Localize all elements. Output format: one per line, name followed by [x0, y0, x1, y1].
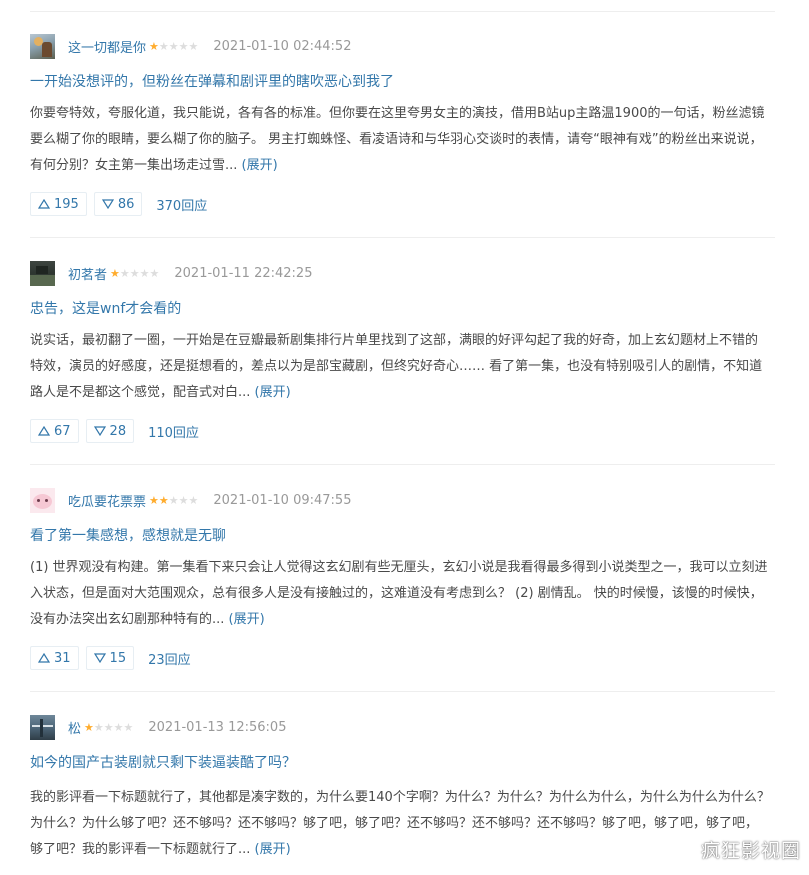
review-time: 2021-01-10 02:44:52 [213, 38, 352, 54]
star-icon: ★ [84, 720, 94, 734]
star-icon: ★ [149, 266, 160, 280]
review-time: 2021-01-10 09:47:55 [213, 492, 352, 508]
review-title-link[interactable]: 一开始没想评的，但粉丝在弹幕和剧评里的瞎吹恶心到我了 [30, 71, 394, 91]
star-icon: ★ [188, 493, 199, 507]
review-header: 吃瓜要花票票 ★ ★ ★ ★ ★ 2021-01-10 09:47:55 [30, 487, 351, 513]
author-link[interactable]: 初茗者 [68, 264, 107, 283]
reply-count-link[interactable]: 370回应 [156, 195, 207, 214]
review-excerpt-text: 你要夸特效，夸服化道，我只能说，各有各的标准。但你要在这里夸男女主的演技，借用B… [30, 106, 765, 173]
downvote-count: 15 [109, 650, 127, 666]
triangle-up-outline-icon [38, 426, 50, 436]
review-item: 吃瓜要花票票 ★ ★ ★ ★ ★ 2021-01-10 09:47:55 看了第一集感想… [30, 487, 775, 692]
review-item: 这一切都是你 ★ ★ ★ ★ ★ 2021-01-10 02:44:52 一开始没想评的… [30, 33, 775, 238]
upvote-button[interactable]: 67 [30, 419, 79, 443]
reply-count-link[interactable]: 110回应 [148, 422, 199, 441]
review-excerpt-text: 说实话，最初翻了一圈，一开始是在豆瓣最新剧集排行片单里找到了这部，满眼的好评勾起… [30, 333, 763, 400]
upvote-button[interactable]: 31 [30, 646, 79, 670]
star-icon: ★ [149, 39, 159, 53]
watermark: 疯狂影视圈 [700, 840, 801, 862]
review-time: 2021-01-11 22:42:25 [174, 265, 313, 281]
triangle-down-outline-icon [101, 199, 114, 209]
author-link[interactable]: 这一切都是你 [68, 37, 146, 56]
star-icon: ★ [139, 266, 150, 280]
upvote-count: 67 [54, 423, 71, 439]
divider [30, 464, 775, 465]
review-time: 2021-01-13 12:56:05 [148, 719, 287, 735]
star-icon: ★ [119, 266, 130, 280]
star-icon: ★ [103, 720, 114, 734]
review-excerpt-text: 我的影评看一下标题就行了，其他都是凑字数的，为什么要140个字啊？为什么？为什么… [30, 790, 770, 857]
star-icon: ★ [168, 493, 179, 507]
star-icon: ★ [178, 39, 189, 53]
triangle-down-outline-icon [93, 426, 106, 436]
triangle-down-outline-icon [93, 653, 106, 663]
avatar[interactable] [30, 487, 55, 513]
star-icon: ★ [113, 720, 124, 734]
review-title-link[interactable]: 如今的国产古装剧就只剩下装逼装酷了吗？ [30, 752, 296, 772]
avatar[interactable] [30, 33, 55, 59]
star-icon: ★ [188, 39, 199, 53]
expand-link[interactable]: (展开) [229, 612, 265, 627]
star-icon: ★ [158, 39, 169, 53]
rating-stars: ★ ★ ★ ★ ★ [84, 722, 133, 733]
review-title-link[interactable]: 看了第一集感想，感想就是无聊 [30, 525, 226, 545]
downvote-button[interactable]: 86 [93, 192, 143, 216]
top-divider [30, 11, 775, 12]
downvote-button[interactable]: 15 [85, 646, 135, 670]
downvote-count: 28 [109, 423, 127, 439]
review-excerpt: (1) 世界观没有构建。第一集看下来只会让人觉得这玄幻剧有些无厘头，玄幻小说是我… [30, 555, 770, 633]
review-actions: 31 15 23回应 [30, 646, 191, 670]
review-actions: 67 28 110回应 [30, 419, 199, 443]
review-excerpt: 我的影评看一下标题就行了，其他都是凑字数的，为什么要140个字啊？为什么？为什么… [30, 785, 770, 863]
downvote-button[interactable]: 28 [85, 419, 135, 443]
expand-link[interactable]: (展开) [255, 385, 291, 400]
review-header: 松 ★ ★ ★ ★ ★ 2021-01-13 12:56:05 [30, 714, 286, 740]
author-link[interactable]: 吃瓜要花票票 [68, 491, 146, 510]
star-icon: ★ [129, 266, 140, 280]
upvote-count: 31 [54, 650, 71, 666]
review-header: 这一切都是你 ★ ★ ★ ★ ★ 2021-01-10 02:44:52 [30, 33, 351, 59]
divider [30, 237, 775, 238]
reply-count-link[interactable]: 23回应 [148, 649, 191, 668]
star-icon: ★ [168, 39, 179, 53]
rating-stars: ★ ★ ★ ★ ★ [110, 268, 159, 279]
star-icon: ★ [110, 266, 120, 280]
triangle-up-outline-icon [38, 653, 50, 663]
star-icon: ★ [178, 493, 189, 507]
star-icon: ★ [158, 493, 169, 507]
expand-link[interactable]: (展开) [255, 842, 291, 857]
star-icon: ★ [123, 720, 134, 734]
review-excerpt: 说实话，最初翻了一圈，一开始是在豆瓣最新剧集排行片单里找到了这部，满眼的好评勾起… [30, 328, 770, 406]
review-excerpt-text: (1) 世界观没有构建。第一集看下来只会让人觉得这玄幻剧有些无厘头，玄幻小说是我… [30, 560, 768, 627]
review-title-link[interactable]: 忠告，这是wnf才会看的 [30, 298, 181, 318]
rating-stars: ★ ★ ★ ★ ★ [149, 495, 198, 506]
avatar[interactable] [30, 260, 55, 286]
star-icon: ★ [93, 720, 104, 734]
downvote-count: 86 [117, 196, 135, 212]
star-icon: ★ [149, 493, 159, 507]
review-item: 初茗者 ★ ★ ★ ★ ★ 2021-01-11 22:42:25 忠告，这是wnf才会… [30, 260, 775, 465]
divider [30, 691, 775, 692]
author-link[interactable]: 松 [68, 718, 81, 737]
review-actions: 195 86 370回应 [30, 192, 207, 216]
expand-link[interactable]: (展开) [242, 158, 278, 173]
review-header: 初茗者 ★ ★ ★ ★ ★ 2021-01-11 22:42:25 [30, 260, 312, 286]
rating-stars: ★ ★ ★ ★ ★ [149, 41, 198, 52]
avatar[interactable] [30, 714, 55, 740]
upvote-count: 195 [54, 196, 79, 212]
review-excerpt: 你要夸特效，夸服化道，我只能说，各有各的标准。但你要在这里夸男女主的演技，借用B… [30, 101, 770, 179]
triangle-up-outline-icon [38, 199, 50, 209]
upvote-button[interactable]: 195 [30, 192, 87, 216]
review-item: 松 ★ ★ ★ ★ ★ 2021-01-13 12:56:05 如今的国产古装剧就只剩下… [30, 714, 775, 875]
